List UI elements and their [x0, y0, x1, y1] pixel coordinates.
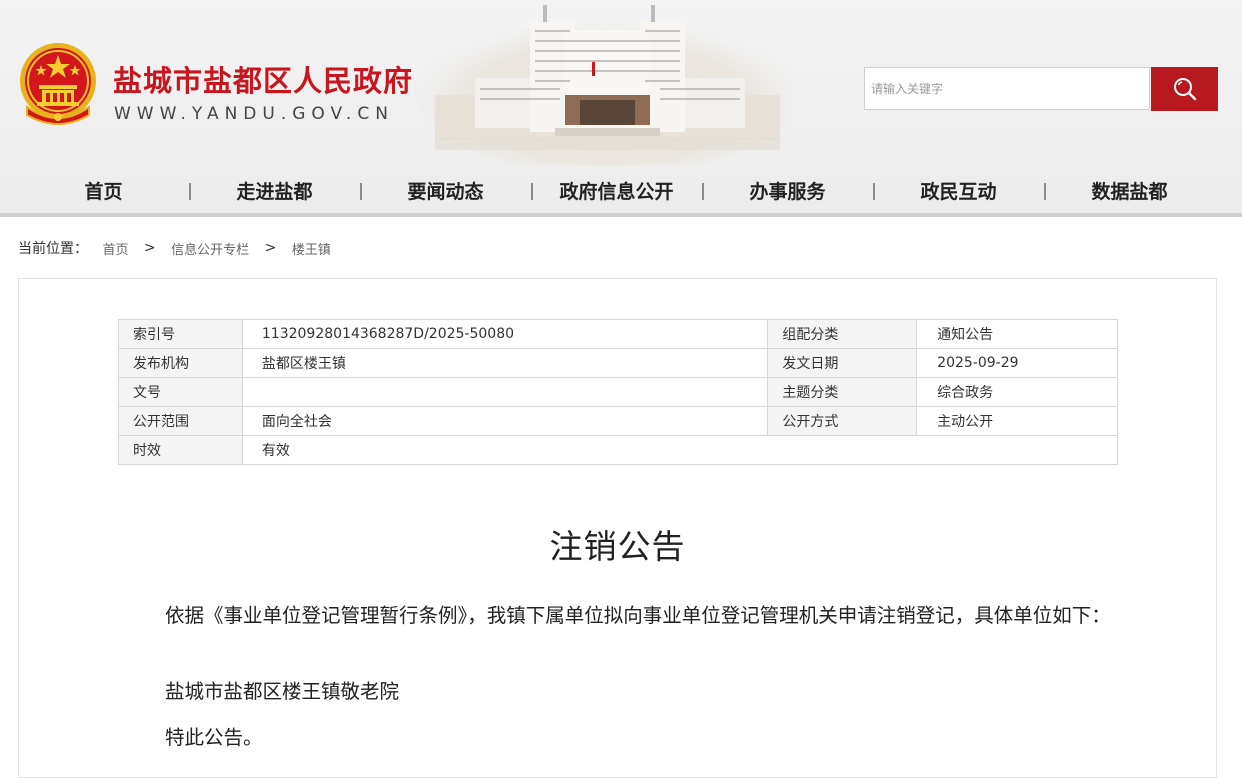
- breadcrumb-link-info[interactable]: 信息公开专栏: [171, 239, 249, 258]
- government-building-image: [417, 5, 797, 165]
- validity-label: 时效: [118, 435, 243, 465]
- scope-label: 公开范围: [118, 406, 243, 436]
- breadcrumb-label: 当前位置：: [18, 241, 88, 257]
- validity-value: 有效: [241, 435, 1119, 465]
- article-title: 注销公告: [549, 527, 686, 566]
- metadata-table: 索引号 11320928014368287D/2025-50080 组配分类 通…: [118, 319, 1119, 465]
- method-value: 主动公开: [916, 406, 1118, 436]
- breadcrumb: 当前位置： 首页 > 信息公开专栏 > 楼王镇: [18, 238, 331, 260]
- site-title[interactable]: 盐城市盐都区人民政府: [113, 58, 413, 100]
- table-row: 索引号 11320928014368287D/2025-50080 组配分类 通…: [118, 319, 1118, 349]
- table-row: 公开范围 面向全社会 公开方式 主动公开: [118, 406, 1118, 436]
- nav-item-home[interactable]: 首页: [18, 172, 189, 212]
- nav-item-interaction[interactable]: 政民互动: [873, 172, 1044, 212]
- main-nav: 首页 走进盐都 要闻动态 政府信息公开 办事服务 政民互动 数据盐都: [18, 172, 1218, 212]
- topic-value: 综合政务: [916, 377, 1118, 407]
- breadcrumb-link-town[interactable]: 楼王镇: [292, 239, 331, 258]
- category-label: 组配分类: [767, 319, 918, 349]
- method-label: 公开方式: [767, 406, 918, 436]
- index-number-value: 11320928014368287D/2025-50080: [241, 319, 769, 349]
- site-domain: WWW.YANDU.GOV.CN: [114, 104, 394, 124]
- breadcrumb-separator: >: [264, 240, 277, 256]
- breadcrumb-link-home[interactable]: 首页: [102, 239, 128, 258]
- nav-item-gov-info[interactable]: 政府信息公开: [531, 172, 702, 212]
- date-value: 2025-09-29: [916, 348, 1118, 378]
- nav-item-data[interactable]: 数据盐都: [1044, 172, 1215, 212]
- index-number-label: 索引号: [118, 319, 243, 349]
- doc-number-label: 文号: [118, 377, 243, 407]
- national-emblem-icon: [20, 43, 96, 125]
- scope-value: 面向全社会: [241, 406, 769, 436]
- article-paragraph: 特此公告。: [165, 726, 263, 749]
- table-row: 时效 有效: [118, 435, 1119, 465]
- breadcrumb-separator: >: [143, 240, 156, 256]
- publisher-label: 发布机构: [118, 348, 243, 378]
- doc-number-value: [241, 377, 769, 407]
- table-row: 发布机构 盐都区楼王镇 发文日期 2025-09-29: [118, 348, 1118, 378]
- topic-label: 主题分类: [767, 377, 918, 407]
- article-paragraph: 依据《事业单位登记管理暂行条例》，我镇下属单位拟向事业单位登记管理机关申请注销登…: [165, 604, 1111, 627]
- date-label: 发文日期: [767, 348, 918, 378]
- nav-item-about[interactable]: 走进盐都: [189, 172, 360, 212]
- article-paragraph: 盐城市盐都区楼王镇敬老院: [165, 680, 400, 703]
- nav-item-services[interactable]: 办事服务: [702, 172, 873, 212]
- search-button[interactable]: [1151, 67, 1218, 111]
- category-value: 通知公告: [916, 319, 1118, 349]
- publisher-value: 盐都区楼王镇: [241, 348, 769, 378]
- search-icon: [1174, 78, 1197, 101]
- header-divider: [0, 213, 1242, 217]
- table-row: 文号 主题分类 综合政务: [118, 377, 1118, 407]
- search-input[interactable]: [865, 68, 1149, 109]
- search-box: [864, 67, 1150, 110]
- nav-item-news[interactable]: 要闻动态: [360, 172, 531, 212]
